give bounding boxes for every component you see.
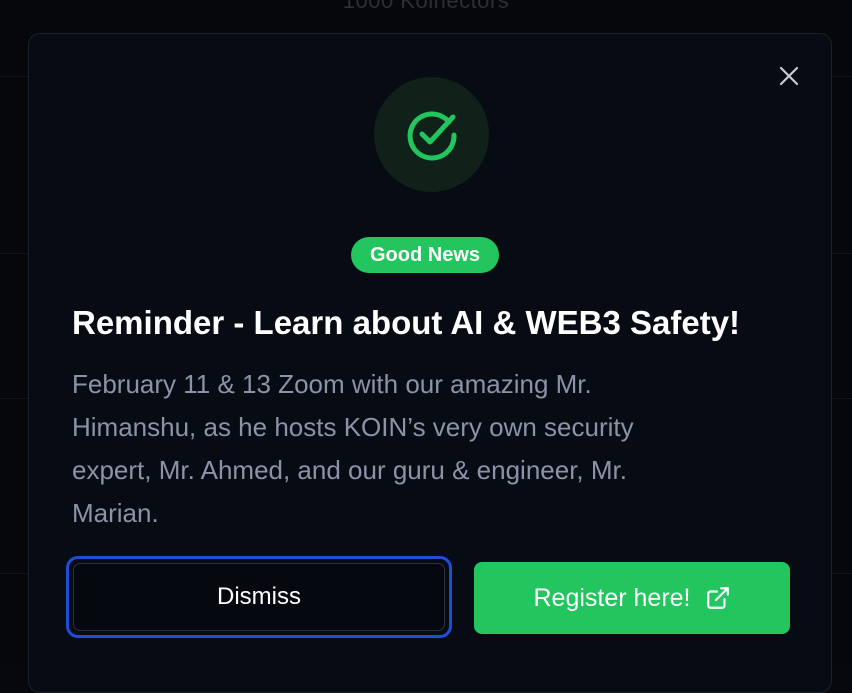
status-badge: Good News [351,237,500,273]
announcement-modal: Good News Reminder - Learn about AI & WE… [28,33,832,693]
modal-body-line: expert, Mr. Ahmed, and our guru & engine… [72,455,627,485]
modal-body: February 11 & 13 Zoom with our amazing M… [72,363,772,535]
close-icon [779,66,799,86]
status-icon-container [374,77,489,192]
modal-body-line: February 11 & 13 Zoom with our amazing M… [72,369,592,399]
external-link-icon [706,587,729,609]
dismiss-button-label: Dismiss [73,563,445,631]
background-heading: 1000 Koinectors [342,0,510,13]
close-button[interactable] [777,64,801,88]
register-button[interactable]: Register here! [474,562,790,634]
modal-body-line: Himanshu, as he hosts KOIN’s very own se… [72,412,634,442]
register-button-label: Register here! [533,583,691,612]
modal-title: Reminder - Learn about AI & WEB3 Safety! [72,304,741,341]
modal-body-line: Marian. [72,498,159,528]
dismiss-button[interactable]: Dismiss [66,556,452,638]
check-circle-icon [407,111,457,160]
